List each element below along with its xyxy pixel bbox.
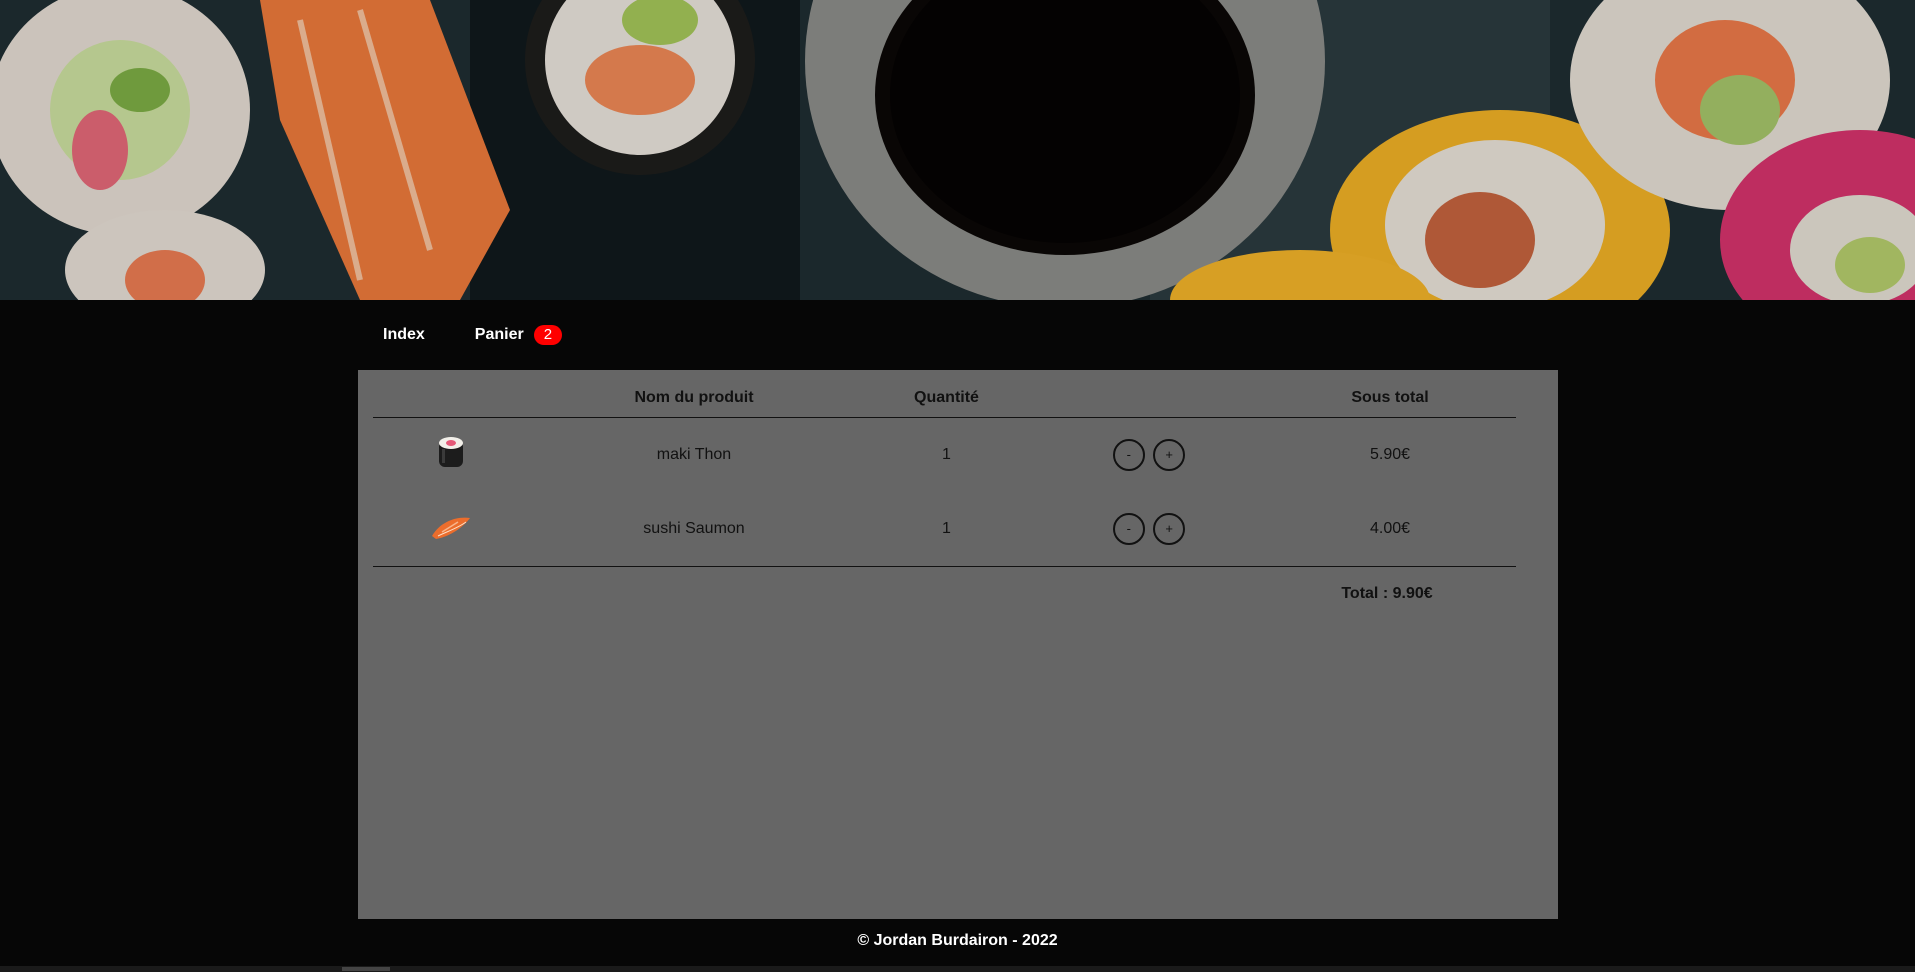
decrease-quantity-button[interactable]: -	[1112, 439, 1145, 471]
cart-row: sushi Saumon 1 - + 4.00€	[373, 492, 1516, 567]
cart-panel: Nom du produit Quantité Sous total maki …	[358, 370, 1558, 919]
increase-quantity-button[interactable]: +	[1153, 439, 1186, 471]
hero-banner	[0, 0, 1915, 300]
quantity-actions: - +	[1034, 418, 1264, 493]
cart-row: maki Thon 1 - + 5.90€	[373, 418, 1516, 493]
cart-count-badge: 2	[533, 325, 563, 345]
product-quantity: 1	[942, 446, 951, 463]
nav-cart-label: Panier	[474, 326, 524, 343]
header-subtotal: Sous total	[1264, 388, 1516, 418]
decrease-quantity-button[interactable]: -	[1112, 513, 1145, 545]
header-image	[373, 388, 529, 418]
nav-index-label: Index	[383, 326, 425, 343]
nav-link-index[interactable]: Index	[383, 326, 425, 344]
nav-link-cart[interactable]: Panier 2	[474, 325, 563, 345]
product-subtotal: 5.90€	[1369, 446, 1411, 463]
sushi-banner-image	[0, 0, 1915, 300]
product-image-cell	[373, 418, 529, 493]
product-subtotal: 4.00€	[1264, 492, 1516, 567]
scrollbar-thumb[interactable]	[342, 967, 390, 971]
product-name: maki Thon	[656, 446, 732, 463]
header-product-name: Nom du produit	[529, 388, 859, 418]
footer-copyright: © Jordan Burdairon - 2022	[857, 932, 1058, 949]
header-quantity: Quantité	[859, 388, 1034, 418]
cart-total: Total : 9.90€	[1341, 585, 1433, 602]
cart-table: Nom du produit Quantité Sous total maki …	[373, 388, 1516, 567]
product-name: sushi Saumon	[529, 492, 859, 567]
maki-icon	[439, 436, 463, 467]
cart-header-row: Nom du produit Quantité Sous total	[373, 388, 1516, 418]
product-image-cell	[373, 492, 529, 567]
sushi-icon	[432, 517, 470, 539]
quantity-actions: - +	[1034, 492, 1264, 567]
horizontal-scrollbar[interactable]	[0, 966, 1915, 972]
increase-quantity-button[interactable]: +	[1153, 513, 1186, 545]
main-nav: Index Panier 2	[383, 320, 563, 350]
header-actions	[1034, 388, 1264, 418]
product-quantity: 1	[859, 492, 1034, 567]
